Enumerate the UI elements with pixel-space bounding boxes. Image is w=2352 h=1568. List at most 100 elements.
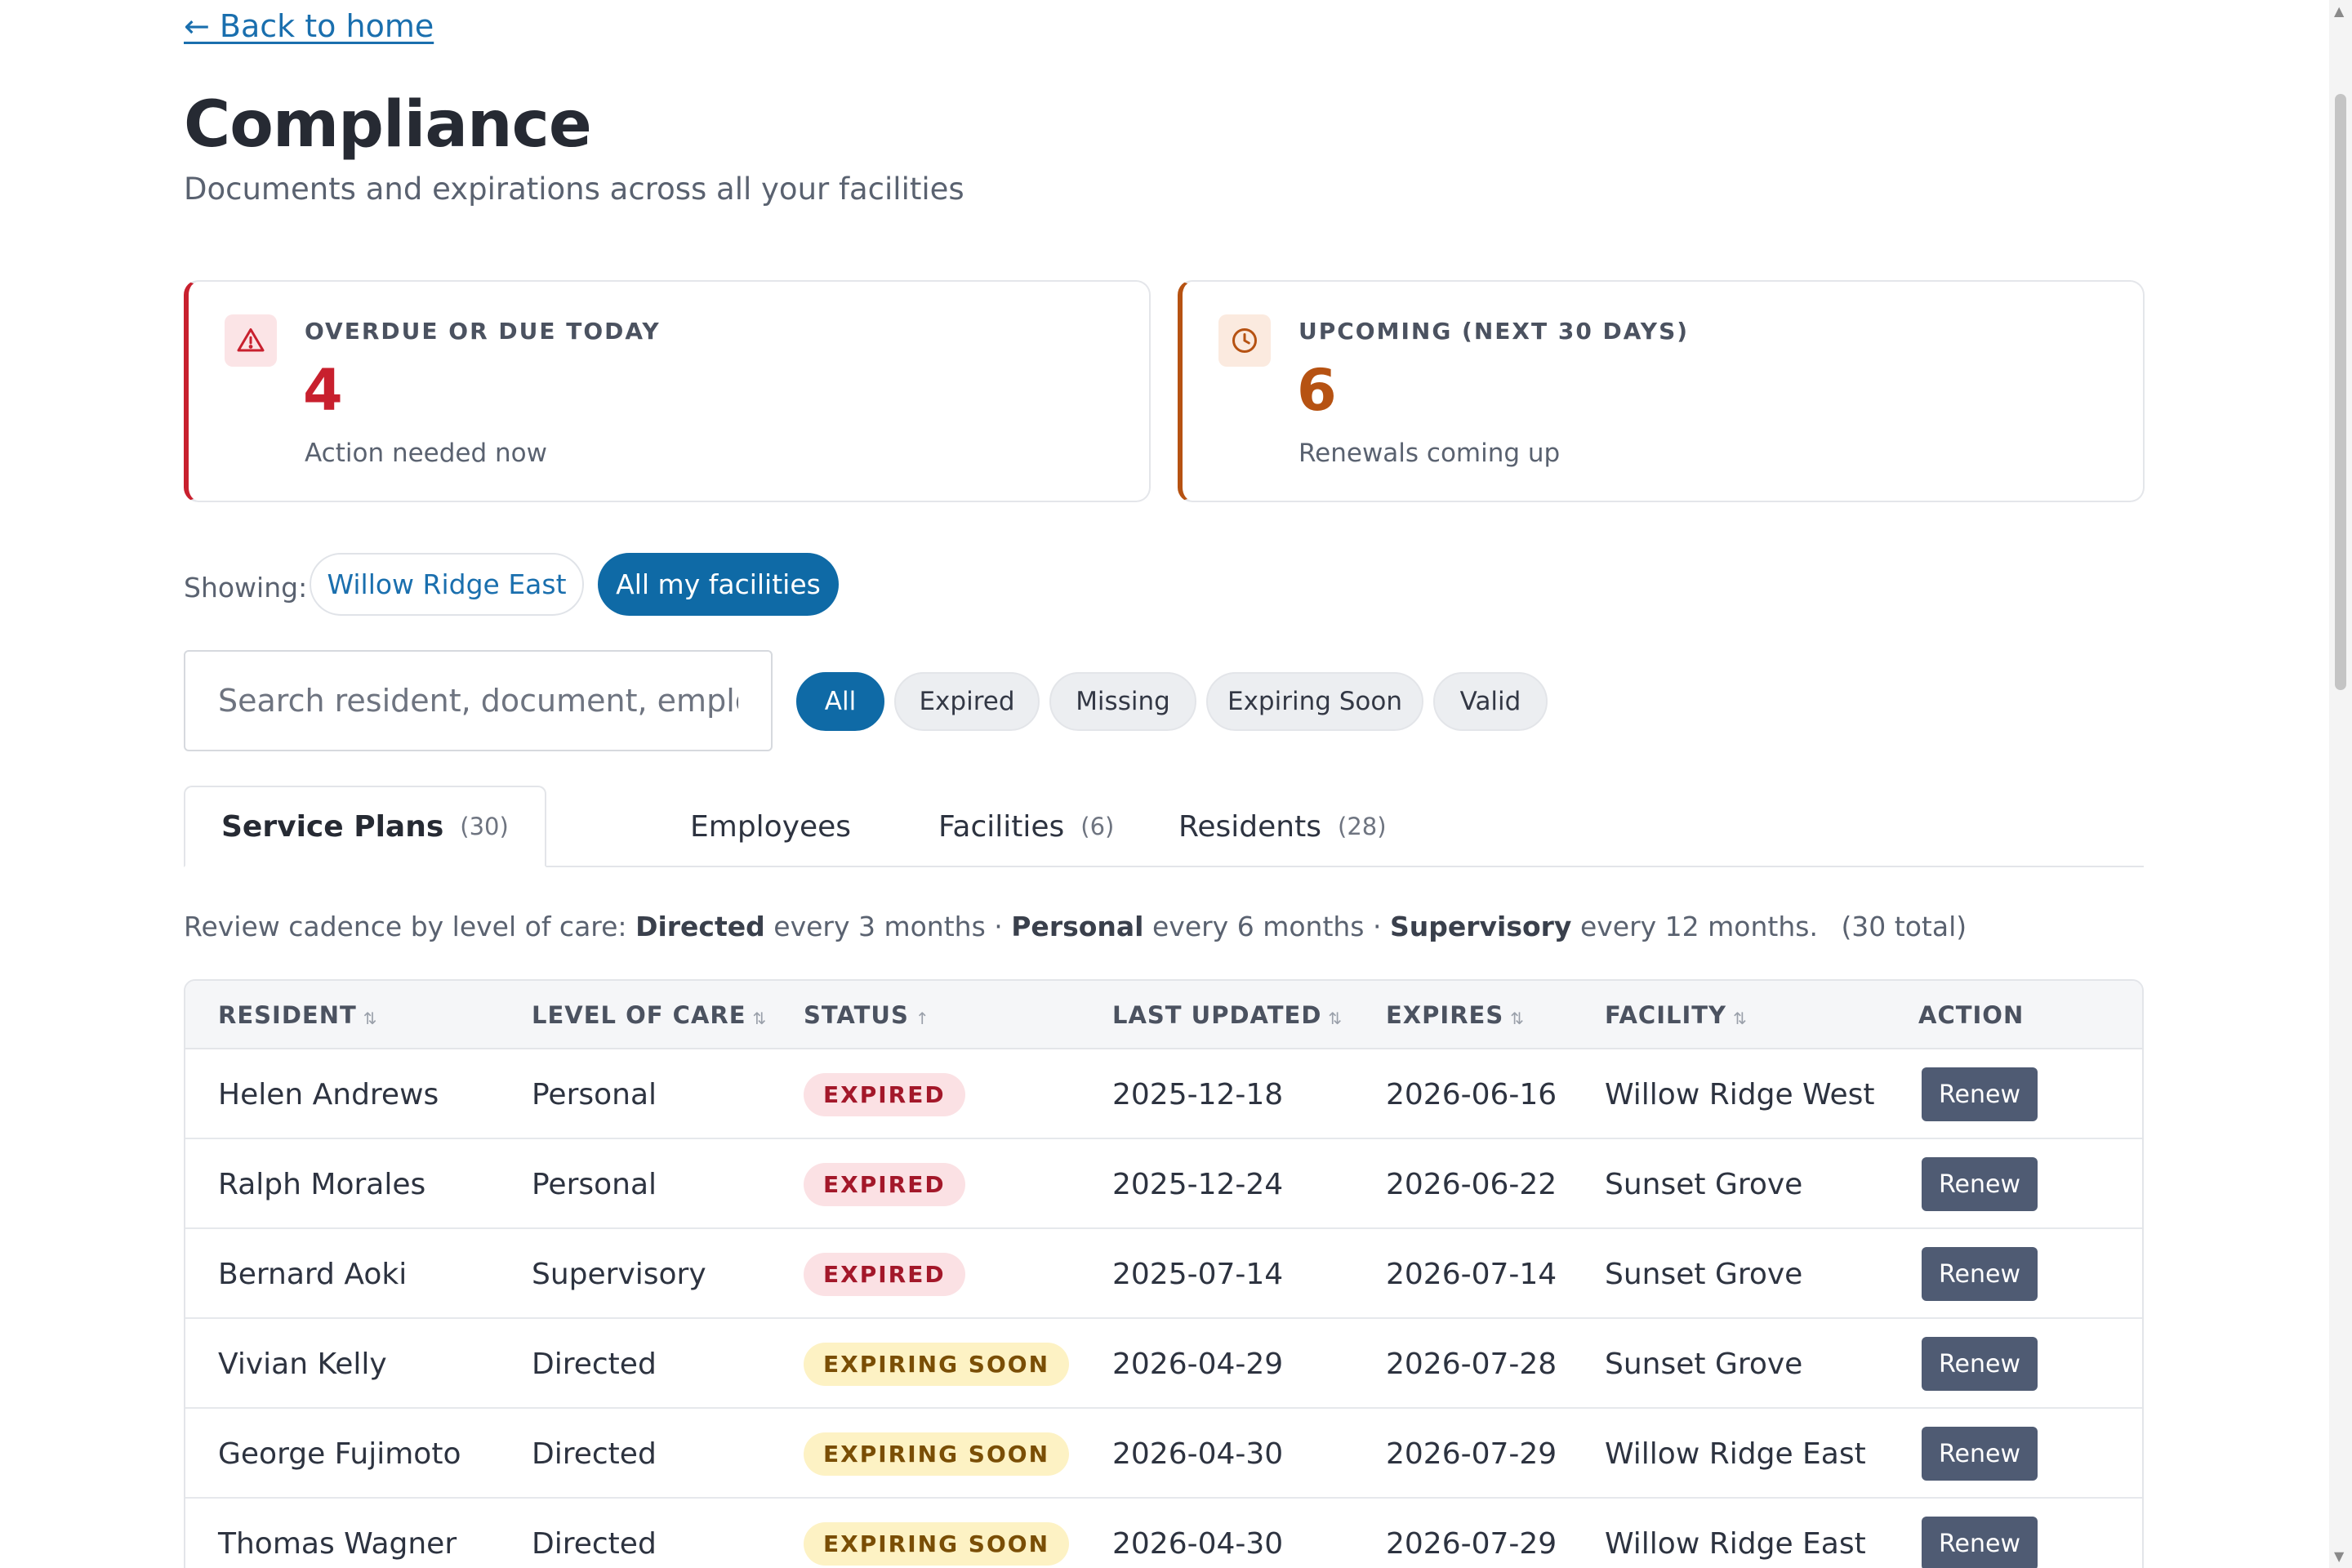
renew-button[interactable]: Renew (1922, 1337, 2038, 1391)
tab-employees[interactable]: Employees (690, 786, 851, 867)
renew-button[interactable]: Renew (1922, 1157, 2038, 1211)
tab-count: (28) (1338, 813, 1387, 840)
status-badge: EXPIRED (804, 1162, 965, 1206)
cell-facility: Sunset Grove (1605, 1167, 1803, 1201)
overdue-count: 4 (303, 357, 343, 424)
cadence-supervisory: Supervisory (1389, 911, 1572, 942)
column-header-action: ACTION (1918, 1001, 2025, 1029)
tab-label: Employees (690, 809, 852, 844)
scope-willow-ridge-east[interactable]: Willow Ridge East (310, 553, 584, 616)
overdue-label: OVERDUE OR DUE TODAY (305, 318, 661, 345)
clock-icon (1218, 314, 1271, 367)
table-row: Vivian Kelly Directed EXPIRING SOON 2026… (185, 1319, 2142, 1409)
cell-level-of-care: Directed (532, 1437, 657, 1471)
cell-status: EXPIRED (804, 1049, 965, 1139)
column-header-status[interactable]: STATUS ↑ (804, 981, 930, 1049)
vertical-scrollbar[interactable]: ▲ ▼ (2329, 0, 2352, 1568)
status-badge: EXPIRED (804, 1252, 965, 1296)
cell-last-updated: 2025-12-18 (1112, 1077, 1284, 1111)
sort-icon: ⇅ (752, 1009, 768, 1028)
page-title: Compliance (184, 88, 592, 162)
tab-count: (30) (460, 813, 509, 840)
cell-level-of-care: Supervisory (532, 1257, 706, 1291)
scope-all-facilities[interactable]: All my facilities (598, 553, 839, 616)
tab-residents[interactable]: Residents (28) (1178, 786, 1387, 867)
renew-button[interactable]: Renew (1922, 1427, 2038, 1481)
table-row: Bernard Aoki Supervisory EXPIRED 2025-07… (185, 1229, 2142, 1319)
cadence-personal: Personal (1011, 911, 1144, 942)
tab-count: (6) (1080, 813, 1115, 840)
cell-expires: 2026-07-14 (1386, 1257, 1557, 1291)
upcoming-summary-card: UPCOMING (NEXT 30 DAYS) 6 Renewals comin… (1178, 280, 2145, 502)
cell-status: EXPIRED (804, 1139, 965, 1229)
column-header-last-updated[interactable]: LAST UPDATED ⇅ (1112, 981, 1343, 1049)
renew-button[interactable]: Renew (1922, 1517, 2038, 1568)
upcoming-note: Renewals coming up (1298, 439, 1561, 468)
column-header-resident[interactable]: RESIDENT ⇅ (218, 981, 378, 1049)
cell-level-of-care: Directed (532, 1347, 657, 1381)
cell-level-of-care: Personal (532, 1167, 657, 1201)
status-badge: EXPIRING SOON (804, 1521, 1070, 1566)
cell-action: Renew (1922, 1409, 2038, 1499)
column-header-level-of-care[interactable]: LEVEL OF CARE ⇅ (532, 981, 767, 1049)
cadence-prefix: Review cadence by level of care: (184, 911, 627, 942)
column-header-expires[interactable]: EXPIRES ⇅ (1386, 981, 1525, 1049)
cell-status: EXPIRING SOON (804, 1499, 1070, 1568)
tab-facilities[interactable]: Facilities (6) (938, 786, 1114, 867)
cell-expires: 2026-07-29 (1386, 1526, 1557, 1561)
search-input[interactable] (184, 650, 773, 751)
sort-icon: ⇅ (1510, 1009, 1526, 1028)
service-plans-table: RESIDENT ⇅ LEVEL OF CARE ⇅ STATUS ↑ LAST UP… (184, 979, 2144, 1568)
showing-label: Showing: (184, 572, 308, 604)
sort-icon: ⇅ (363, 1009, 378, 1028)
scroll-up-arrow-icon[interactable]: ▲ (2334, 3, 2344, 19)
table-row: George Fujimoto Directed EXPIRING SOON 2… (185, 1409, 2142, 1499)
cell-last-updated: 2026-04-30 (1112, 1437, 1284, 1471)
renew-button[interactable]: Renew (1922, 1067, 2038, 1121)
tab-service-plans[interactable]: Service Plans (30) (184, 786, 546, 867)
table-row: Ralph Morales Personal EXPIRED 2025-12-2… (185, 1139, 2142, 1229)
status-badge: EXPIRED (804, 1072, 965, 1116)
filter-missing[interactable]: Missing (1049, 672, 1196, 731)
column-label: RESIDENT (218, 1001, 357, 1029)
tab-label: Service Plans (221, 809, 444, 844)
cell-action: Renew (1922, 1319, 2038, 1409)
cell-last-updated: 2025-07-14 (1112, 1257, 1284, 1291)
scroll-down-arrow-icon[interactable]: ▼ (2334, 1548, 2344, 1564)
sort-icon: ⇅ (1328, 1009, 1343, 1028)
column-label: STATUS (804, 1001, 909, 1029)
cell-expires: 2026-06-16 (1386, 1077, 1557, 1111)
filter-valid[interactable]: Valid (1433, 672, 1548, 731)
cell-facility: Willow Ridge East (1605, 1526, 1866, 1561)
table-header: RESIDENT ⇅ LEVEL OF CARE ⇅ STATUS ↑ LAST UP… (185, 981, 2142, 1049)
tab-label: Facilities (938, 809, 1065, 844)
cell-facility: Willow Ridge West (1605, 1077, 1875, 1111)
cell-expires: 2026-07-28 (1386, 1347, 1557, 1381)
cell-action: Renew (1922, 1049, 2038, 1139)
cell-facility: Willow Ridge East (1605, 1437, 1866, 1471)
filter-expired[interactable]: Expired (894, 672, 1040, 731)
overdue-summary-card: OVERDUE OR DUE TODAY 4 Action needed now (184, 280, 1151, 502)
table-row: Helen Andrews Personal EXPIRED 2025-12-1… (185, 1049, 2142, 1139)
scrollbar-thumb[interactable] (2335, 94, 2346, 690)
cell-expires: 2026-06-22 (1386, 1167, 1557, 1201)
renew-button[interactable]: Renew (1922, 1247, 2038, 1301)
tab-label: Residents (1178, 809, 1321, 844)
column-header-facility[interactable]: FACILITY ⇅ (1605, 981, 1748, 1049)
overdue-note: Action needed now (305, 439, 547, 468)
warning-triangle-icon (225, 314, 277, 367)
cell-action: Renew (1922, 1499, 2038, 1568)
status-badge: EXPIRING SOON (804, 1342, 1070, 1386)
review-cadence-note: Review cadence by level of care: Directe… (184, 911, 1967, 942)
cell-resident: Bernard Aoki (218, 1257, 408, 1291)
cadence-total: (30 total) (1841, 911, 1967, 942)
filter-expiring-soon[interactable]: Expiring Soon (1206, 672, 1423, 731)
column-label: LAST UPDATED (1112, 1001, 1322, 1029)
back-to-home-link[interactable]: ← Back to home (184, 8, 434, 44)
filter-all[interactable]: All (796, 672, 884, 731)
upcoming-label: UPCOMING (NEXT 30 DAYS) (1298, 318, 1690, 345)
cell-facility: Sunset Grove (1605, 1347, 1803, 1381)
page-subtitle: Documents and expirations across all you… (184, 172, 964, 207)
table-row: Thomas Wagner Directed EXPIRING SOON 202… (185, 1499, 2142, 1568)
cell-resident: Helen Andrews (218, 1077, 439, 1111)
